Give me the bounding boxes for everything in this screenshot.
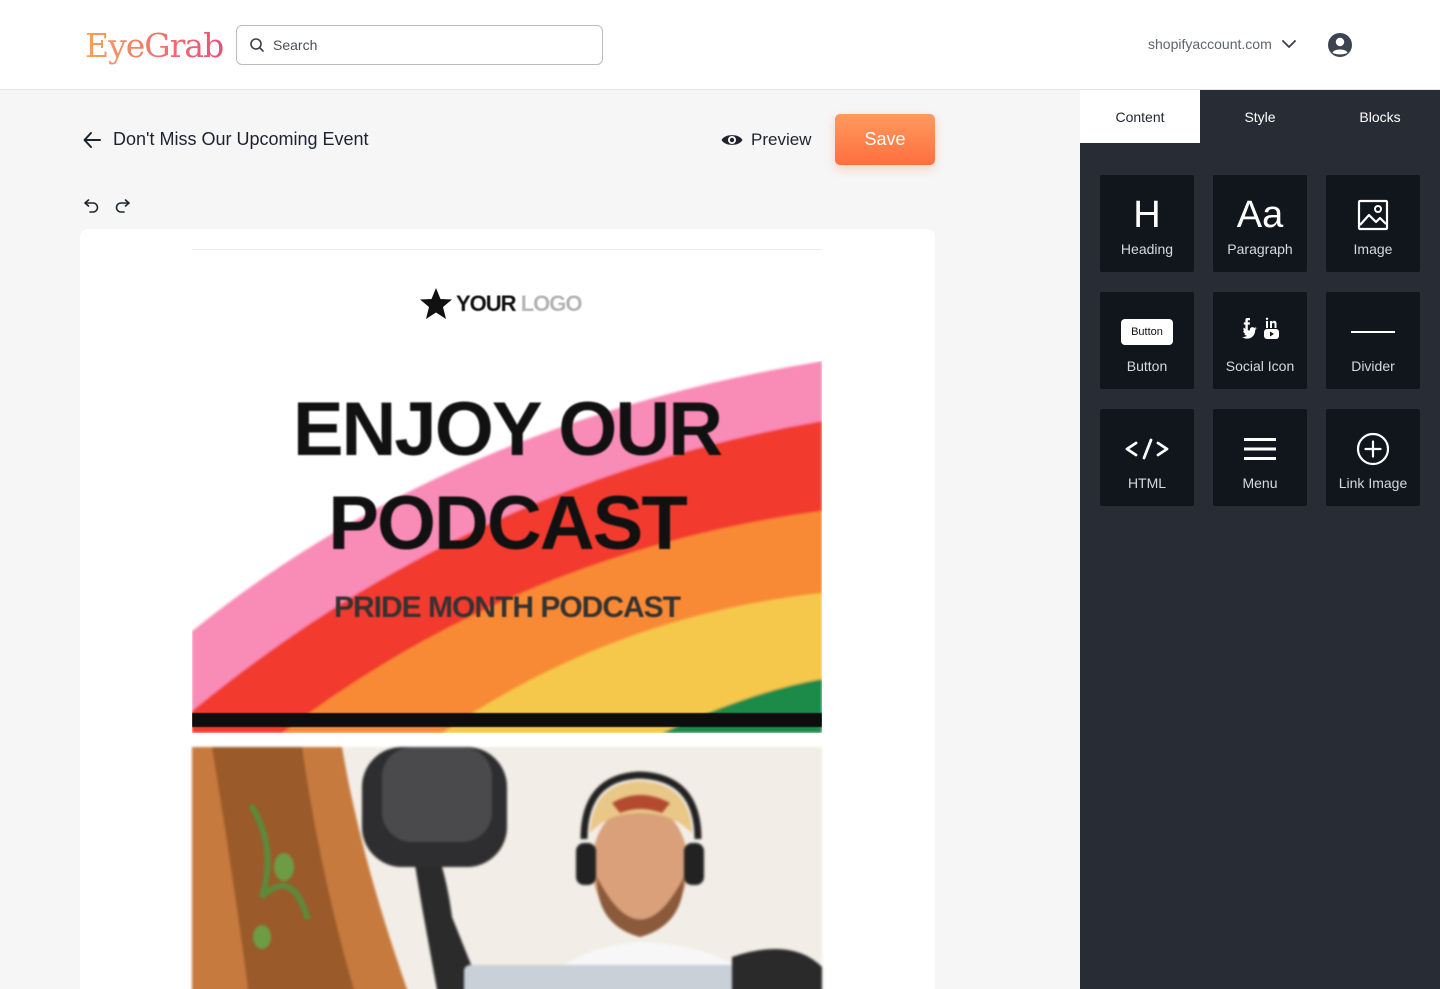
back-arrow-icon[interactable]	[82, 130, 102, 150]
content-tiles: H Heading Aa Paragraph Image Button Butt…	[1100, 175, 1420, 506]
social-icons	[1238, 308, 1282, 356]
divider-icon	[1351, 308, 1395, 356]
tile-menu[interactable]: Menu	[1213, 409, 1307, 506]
heading-icon: H	[1133, 193, 1161, 236]
tab-style[interactable]: Style	[1200, 90, 1320, 143]
tile-divider[interactable]: Divider	[1326, 292, 1420, 389]
undo-icon[interactable]	[81, 199, 99, 215]
email-logo-block[interactable]: YOUR LOGO	[418, 286, 583, 322]
email-canvas[interactable]: YOUR LOGO ENJOY OUR PODCAST PRIDE MONTH …	[80, 229, 935, 989]
search-icon	[249, 37, 265, 53]
email-logo-light: LOGO	[520, 291, 583, 316]
tile-paragraph[interactable]: Aa Paragraph	[1213, 175, 1307, 272]
tile-label: Paragraph	[1227, 240, 1293, 257]
code-icon	[1124, 425, 1170, 473]
button-sample: Button	[1121, 318, 1173, 345]
youtube-icon	[1264, 328, 1279, 339]
tile-label: Social Icon	[1225, 357, 1295, 374]
button-preview: Button	[1121, 308, 1173, 356]
tab-blocks[interactable]: Blocks	[1320, 90, 1440, 143]
linkedin-icon	[1265, 317, 1277, 328]
email-logo-bold: YOUR	[456, 291, 517, 316]
plus-circle-icon	[1356, 425, 1390, 473]
panel-tabs: Content Style Blocks	[1080, 90, 1440, 143]
tile-label: Menu	[1242, 474, 1278, 491]
menu-icon	[1244, 425, 1276, 473]
campaign-title: Don't Miss Our Upcoming Event	[113, 129, 369, 149]
preview-button[interactable]: Preview	[720, 128, 811, 152]
star-icon	[418, 286, 454, 322]
paragraph-icon: Aa	[1236, 193, 1284, 236]
podcast-photo-illustration	[192, 747, 822, 989]
hero-subtitle: PRIDE MONTH PODCAST	[333, 591, 681, 624]
tile-label: Button	[1126, 357, 1168, 374]
redo-icon[interactable]	[115, 199, 133, 215]
tile-label: Link Image	[1338, 474, 1408, 491]
tile-label: Image	[1353, 240, 1393, 257]
email-body[interactable]: YOUR LOGO ENJOY OUR PODCAST PRIDE MONTH …	[192, 249, 822, 989]
tile-html[interactable]: HTML	[1100, 409, 1194, 506]
save-button[interactable]: Save	[835, 114, 935, 165]
tile-button[interactable]: Button Button	[1100, 292, 1194, 389]
account-name: shopifyaccount.com	[1148, 36, 1272, 52]
hero-image-block[interactable]: ENJOY OUR PODCAST PRIDE MONTH PODCAST	[192, 361, 822, 733]
account-switcher[interactable]: shopifyaccount.com	[1148, 36, 1296, 52]
app-logo[interactable]: EyeGrab	[85, 26, 224, 65]
email-logo-text: YOUR LOGO	[456, 291, 583, 317]
chevron-down-icon	[1281, 39, 1296, 49]
tab-content[interactable]: Content	[1080, 90, 1200, 143]
tile-link-image[interactable]: Link Image	[1326, 409, 1420, 506]
editor-side-panel: Content Style Blocks H Heading Aa Paragr…	[1080, 90, 1440, 989]
hero-title-line-1: ENJOY OUR	[292, 387, 723, 472]
twitter-icon	[1242, 326, 1257, 339]
tile-image[interactable]: Image	[1326, 175, 1420, 272]
hero-title: ENJOY OUR PODCAST	[192, 383, 822, 571]
hero-title-line-2: PODCAST	[328, 481, 688, 566]
search-box[interactable]	[236, 25, 603, 65]
podcast-photo[interactable]	[192, 747, 822, 989]
tile-label: Divider	[1351, 357, 1395, 374]
tile-label: HTML	[1127, 474, 1167, 491]
search-input[interactable]	[273, 37, 573, 53]
tile-social-icon[interactable]: Social Icon	[1213, 292, 1307, 389]
tile-label: Heading	[1120, 240, 1174, 257]
top-header: EyeGrab shopifyaccount.com	[0, 0, 1440, 90]
hero-bottom-bar	[192, 713, 822, 727]
tile-heading[interactable]: H Heading	[1100, 175, 1194, 272]
preview-label: Preview	[751, 130, 812, 149]
divider-line	[1351, 330, 1395, 333]
user-avatar-icon[interactable]	[1327, 32, 1353, 58]
eye-icon	[720, 128, 744, 152]
image-icon	[1357, 191, 1389, 239]
